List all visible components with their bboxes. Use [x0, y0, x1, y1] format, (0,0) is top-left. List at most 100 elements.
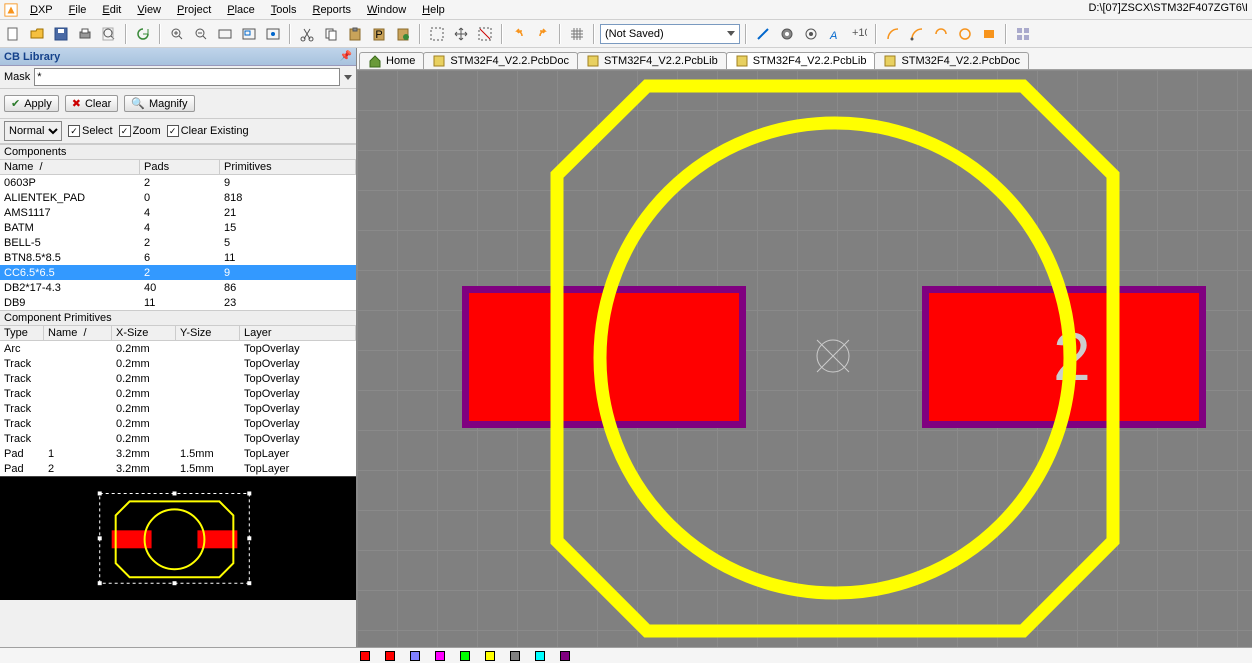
mode-select[interactable]: Normal [4, 121, 62, 141]
zoom-selected-icon[interactable] [262, 23, 284, 45]
primitive-row[interactable]: Pad23.2mm1.5mmTopLayer [0, 461, 356, 476]
col-name[interactable]: Name / [0, 160, 140, 174]
component-row[interactable]: BELL-525 [0, 235, 356, 250]
col-xsize[interactable]: X-Size [112, 326, 176, 340]
move-icon[interactable] [450, 23, 472, 45]
layer-chip[interactable] [460, 651, 473, 661]
paste-special-icon[interactable]: P [368, 23, 390, 45]
menu-reports[interactable]: Reports [304, 2, 359, 18]
menu-place[interactable]: Place [219, 2, 263, 18]
home-tab[interactable]: Home [359, 52, 424, 69]
save-icon[interactable] [50, 23, 72, 45]
paste-icon[interactable] [344, 23, 366, 45]
primitive-row[interactable]: Track0.2mmTopOverlay [0, 416, 356, 431]
primitive-row[interactable]: Track0.2mmTopOverlay [0, 371, 356, 386]
menu-project[interactable]: Project [169, 2, 219, 18]
new-icon[interactable] [2, 23, 24, 45]
component-row[interactable]: BATM415 [0, 220, 356, 235]
document-tab[interactable]: STM32F4_V2.2.PcbDoc [423, 52, 578, 69]
primitive-row[interactable]: Pad13.2mm1.5mmTopLayer [0, 446, 356, 461]
zoom-fit-icon[interactable] [214, 23, 236, 45]
layer-chip[interactable] [385, 651, 398, 661]
col-type[interactable]: Type [0, 326, 44, 340]
zoom-in-icon[interactable] [166, 23, 188, 45]
components-list[interactable]: 0603P29ALIENTEK_PAD0818AMS1117421BATM415… [0, 175, 356, 310]
component-row[interactable]: AMS1117421 [0, 205, 356, 220]
magnify-button[interactable]: 🔍Magnify [124, 95, 194, 112]
array-paste-icon[interactable] [1012, 23, 1034, 45]
menu-dxp[interactable]: DXP [22, 2, 61, 18]
menu-file[interactable]: File [61, 2, 95, 18]
component-row[interactable]: DB2*17-4.34086 [0, 280, 356, 295]
chevron-down-icon[interactable] [344, 75, 352, 80]
primitive-row[interactable]: Track0.2mmTopOverlay [0, 401, 356, 416]
refresh-icon[interactable] [132, 23, 154, 45]
menu-window[interactable]: Window [359, 2, 414, 18]
arc-center-icon[interactable] [882, 23, 904, 45]
component-row[interactable]: CC6.5*6.529 [0, 265, 356, 280]
primitive-row[interactable]: Track0.2mmTopOverlay [0, 356, 356, 371]
layer-chip[interactable] [510, 651, 523, 661]
document-tab[interactable]: STM32F4_V2.2.PcbLib [726, 52, 876, 69]
menu-view[interactable]: View [129, 2, 169, 18]
layer-chip[interactable] [535, 651, 548, 661]
place-dimension-icon[interactable]: +10,10 [848, 23, 870, 45]
col-ysize[interactable]: Y-Size [176, 326, 240, 340]
primitive-row[interactable]: Track0.2mmTopOverlay [0, 386, 356, 401]
cut-icon[interactable] [296, 23, 318, 45]
col-layer[interactable]: Layer [240, 326, 356, 340]
fill-icon[interactable] [978, 23, 1000, 45]
mask-input[interactable] [34, 68, 340, 86]
title-path: D:\[07]ZSCX\STM32F407ZGT6\I [1088, 2, 1248, 14]
select-inside-icon[interactable] [426, 23, 448, 45]
layer-chip[interactable] [485, 651, 498, 661]
full-circle-icon[interactable] [954, 23, 976, 45]
panel-pin-icon[interactable]: 📌 [340, 51, 352, 62]
document-tab[interactable]: STM32F4_V2.2.PcbLib [577, 52, 727, 69]
clear-button[interactable]: ✖Clear [65, 95, 119, 112]
place-pad-icon[interactable] [776, 23, 798, 45]
zoom-checkbox[interactable]: ✓Zoom [119, 125, 161, 137]
snap-grid-combo[interactable]: (Not Saved) [600, 24, 740, 44]
layer-chip[interactable] [435, 651, 448, 661]
layer-chip[interactable] [360, 651, 373, 661]
document-tab[interactable]: STM32F4_V2.2.PcbDoc [874, 52, 1029, 69]
component-row[interactable]: ALIENTEK_PAD0818 [0, 190, 356, 205]
place-line-icon[interactable] [752, 23, 774, 45]
col-pads[interactable]: Pads [140, 160, 220, 174]
layer-chip[interactable] [410, 651, 423, 661]
open-icon[interactable] [26, 23, 48, 45]
component-row[interactable]: 0603P29 [0, 175, 356, 190]
grid-icon[interactable] [566, 23, 588, 45]
preview-icon[interactable] [98, 23, 120, 45]
layer-tabs[interactable] [0, 647, 1252, 663]
layer-chip[interactable] [560, 651, 573, 661]
print-icon[interactable] [74, 23, 96, 45]
silkscreen-overlay [357, 70, 1252, 647]
arc-edge-icon[interactable] [906, 23, 928, 45]
primitive-row[interactable]: Track0.2mmTopOverlay [0, 431, 356, 446]
col-pname[interactable]: Name / [44, 326, 112, 340]
component-row[interactable]: DB91123 [0, 295, 356, 310]
zoom-out-icon[interactable] [190, 23, 212, 45]
rubber-stamp-icon[interactable] [392, 23, 414, 45]
place-via-icon[interactable] [800, 23, 822, 45]
primitive-row[interactable]: Arc0.2mmTopOverlay [0, 341, 356, 356]
arc-any-icon[interactable] [930, 23, 952, 45]
copy-icon[interactable] [320, 23, 342, 45]
menu-edit[interactable]: Edit [94, 2, 129, 18]
menu-help[interactable]: Help [414, 2, 453, 18]
select-checkbox[interactable]: ✓Select [68, 125, 113, 137]
menu-tools[interactable]: Tools [263, 2, 305, 18]
zoom-window-icon[interactable] [238, 23, 260, 45]
place-string-icon[interactable]: A [824, 23, 846, 45]
clear-existing-checkbox[interactable]: ✓Clear Existing [167, 125, 249, 137]
apply-button[interactable]: ✔Apply [4, 95, 59, 112]
undo-icon[interactable] [508, 23, 530, 45]
col-prims[interactable]: Primitives [220, 160, 356, 174]
component-row[interactable]: BTN8.5*8.5611 [0, 250, 356, 265]
deselect-icon[interactable] [474, 23, 496, 45]
pcb-canvas[interactable]: 2 [357, 70, 1252, 647]
primitives-list[interactable]: Arc0.2mmTopOverlayTrack0.2mmTopOverlayTr… [0, 341, 356, 476]
redo-icon[interactable] [532, 23, 554, 45]
